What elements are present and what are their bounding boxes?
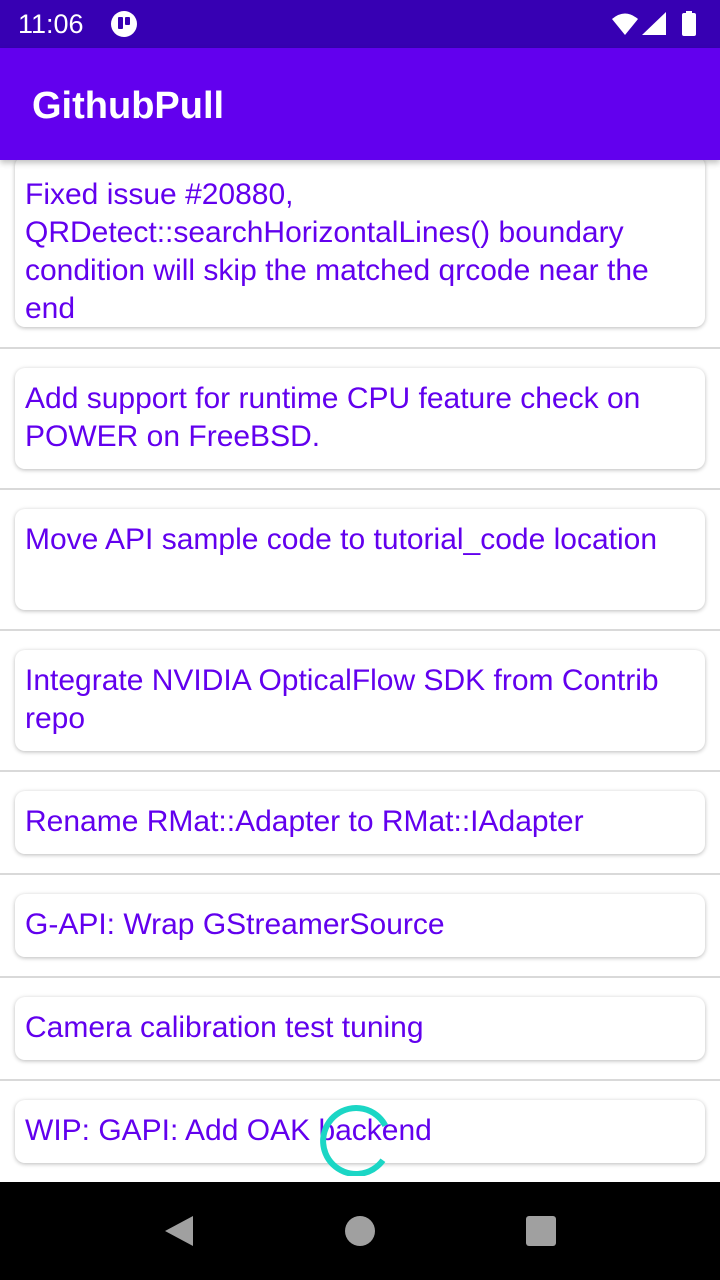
status-icons bbox=[610, 10, 706, 38]
pull-request-title: Camera calibration test tuning bbox=[25, 1011, 424, 1044]
app-title: GithubPull bbox=[32, 85, 225, 127]
navigation-bar bbox=[0, 1182, 720, 1280]
list-row: Add support for runtime CPU feature chec… bbox=[0, 349, 720, 490]
pull-request-card[interactable]: Move API sample code to tutorial_code lo… bbox=[15, 509, 705, 610]
list-row: Fixed issue #20880, QRDetect::searchHori… bbox=[0, 160, 720, 349]
list-row: Rename RMat::Adapter to RMat::IAdapter bbox=[0, 772, 720, 875]
pull-request-card[interactable]: Add support for runtime CPU feature chec… bbox=[15, 368, 705, 469]
list-row: Move API sample code to tutorial_code lo… bbox=[0, 490, 720, 631]
list-row: Camera calibration test tuning bbox=[0, 978, 720, 1081]
pull-request-title: Move API sample code to tutorial_code lo… bbox=[25, 523, 658, 556]
back-icon[interactable] bbox=[162, 1214, 196, 1248]
progress-spinner-icon bbox=[320, 1096, 400, 1177]
pull-request-list[interactable]: Fixed issue #20880, QRDetect::searchHori… bbox=[0, 160, 720, 1182]
pull-request-card[interactable]: Camera calibration test tuning bbox=[15, 997, 705, 1060]
recents-icon[interactable] bbox=[526, 1216, 556, 1246]
status-bar: 11:06 bbox=[0, 0, 720, 48]
status-time: 11:06 bbox=[18, 9, 84, 39]
list-row: G-API: Wrap GStreamerSource bbox=[0, 875, 720, 978]
pull-request-title: Rename RMat::Adapter to RMat::IAdapter bbox=[25, 805, 584, 838]
pull-request-card[interactable]: Integrate NVIDIA OpticalFlow SDK from Co… bbox=[15, 650, 705, 751]
cellular-signal-icon bbox=[642, 12, 666, 35]
app-notification-icon bbox=[110, 10, 138, 38]
app-bar: GithubPull bbox=[0, 48, 720, 160]
pull-request-title: Add support for runtime CPU feature chec… bbox=[25, 382, 641, 453]
pull-request-title: Fixed issue #20880, QRDetect::searchHori… bbox=[25, 178, 649, 325]
wifi-icon bbox=[612, 13, 638, 35]
list-row: Integrate NVIDIA OpticalFlow SDK from Co… bbox=[0, 631, 720, 772]
home-icon[interactable] bbox=[345, 1216, 375, 1246]
pull-request-card[interactable]: Rename RMat::Adapter to RMat::IAdapter bbox=[15, 791, 705, 854]
battery-icon bbox=[682, 11, 696, 36]
pull-request-card[interactable]: G-API: Wrap GStreamerSource bbox=[15, 894, 705, 957]
pull-request-title: Integrate NVIDIA OpticalFlow SDK from Co… bbox=[25, 664, 659, 735]
pull-request-title: G-API: Wrap GStreamerSource bbox=[25, 908, 445, 941]
pull-request-card[interactable]: Fixed issue #20880, QRDetect::searchHori… bbox=[15, 160, 705, 327]
